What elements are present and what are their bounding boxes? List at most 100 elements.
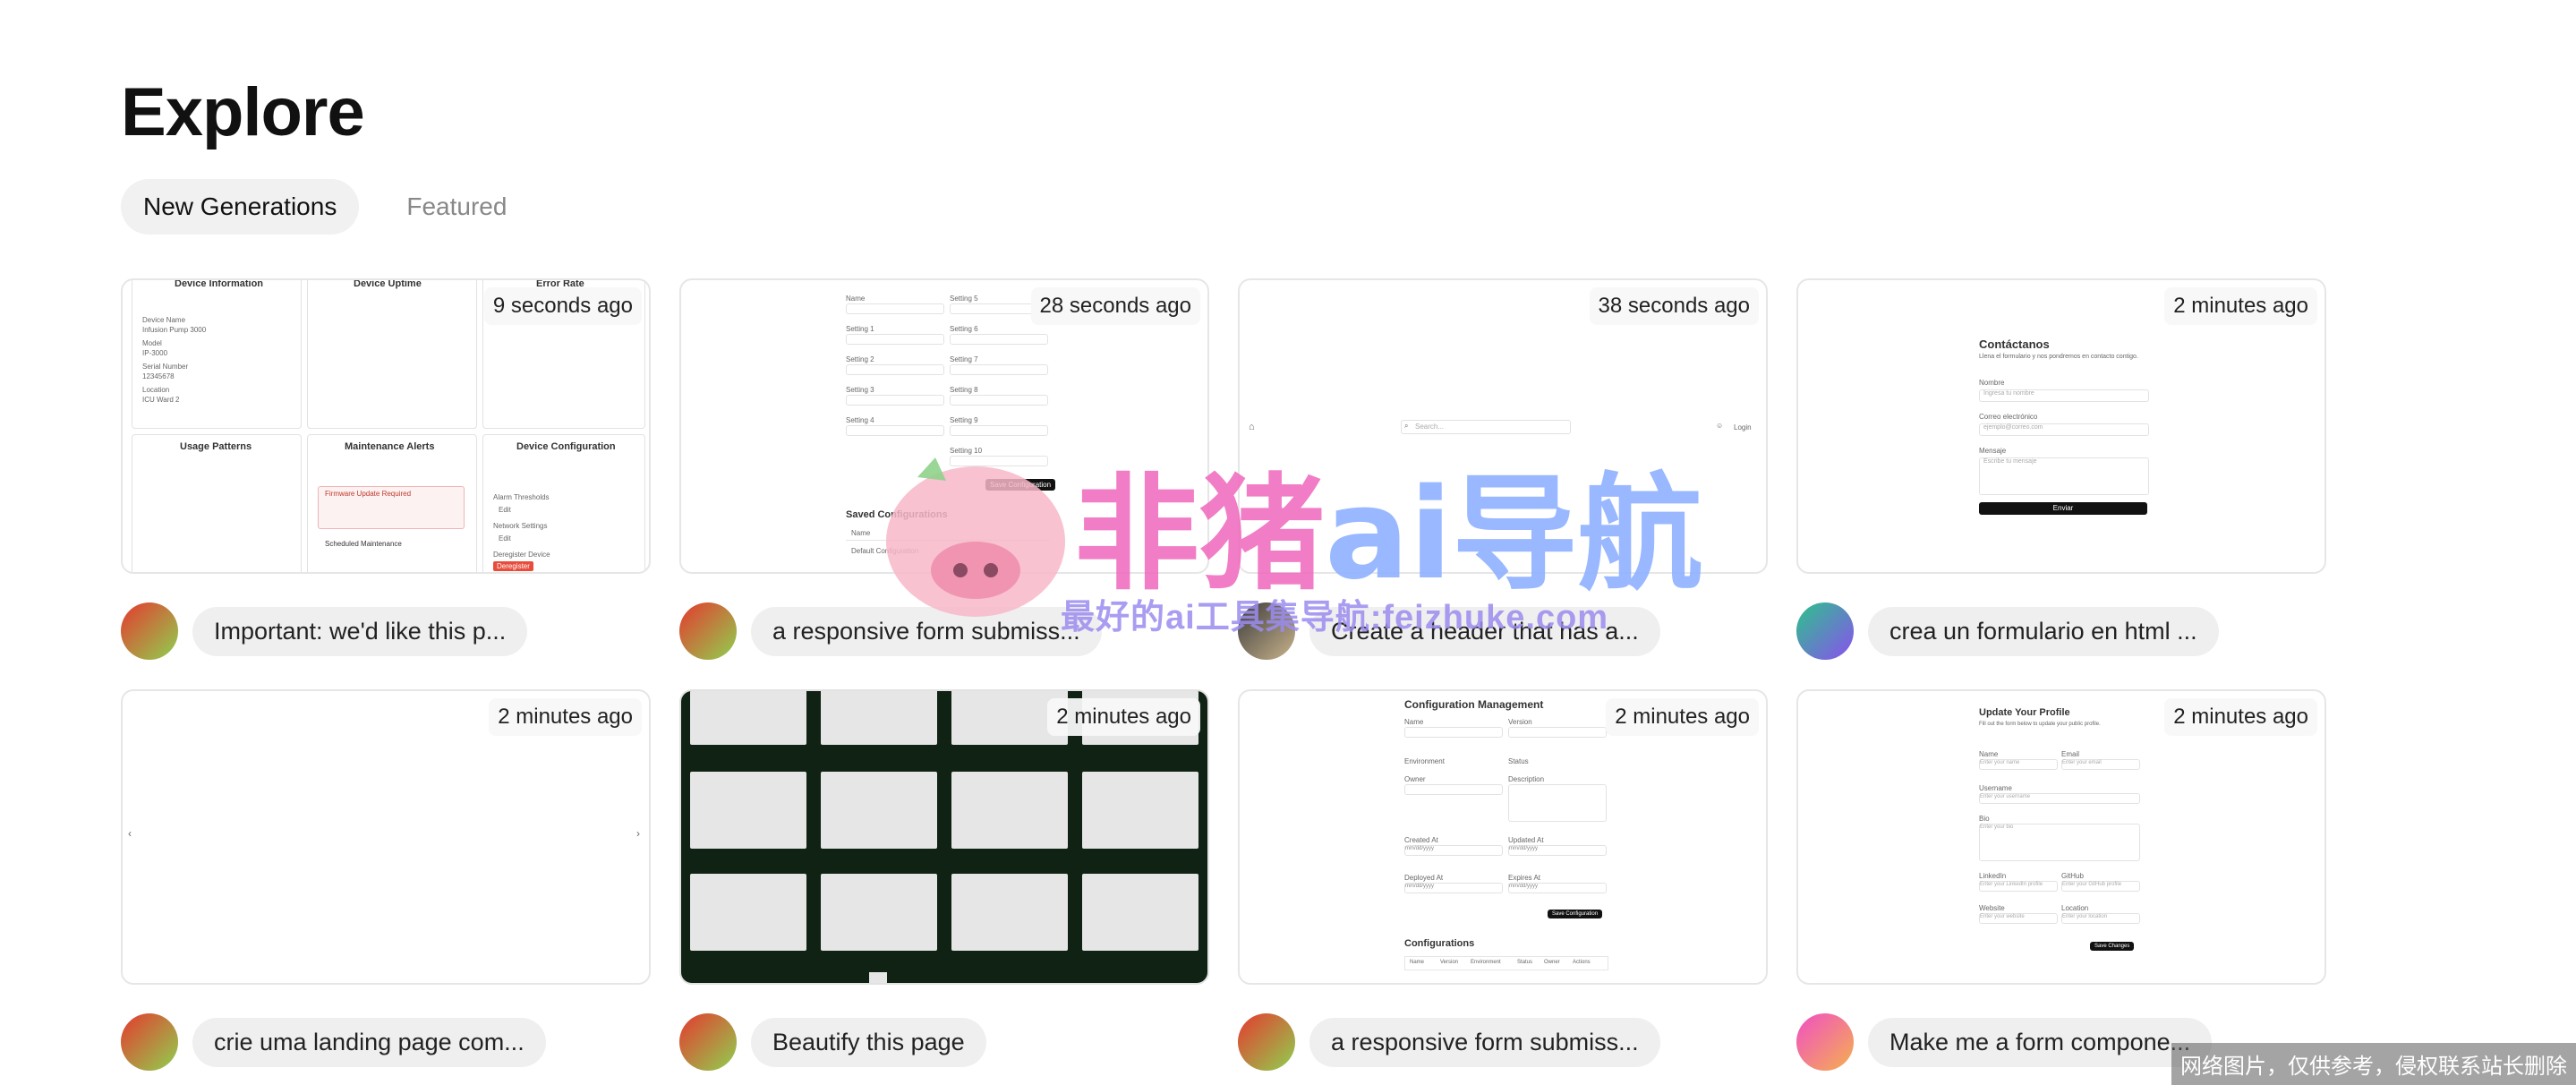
panel-title: Device Uptime	[354, 278, 422, 289]
prompt-text: Beautify this page	[772, 1029, 965, 1055]
field-label: Setting 3	[846, 386, 874, 394]
avatar[interactable]	[679, 1013, 737, 1071]
field-label: Deregister Device	[493, 551, 550, 559]
prompt-text: crea un formulario en html ...	[1889, 618, 2197, 645]
avatar[interactable]	[1796, 1013, 1854, 1071]
card-thumbnail[interactable]: ‹ › 2 minutes ago	[121, 689, 651, 985]
field-label: Setting 2	[846, 355, 874, 363]
field-label: Setting 6	[950, 325, 978, 333]
prompt-chip[interactable]: crea un formulario en html ...	[1868, 607, 2219, 656]
field-label: Location	[2061, 904, 2089, 912]
field-placeholder: Enter your GitHub profile	[2061, 881, 2140, 892]
field-label: Bio	[1979, 815, 1990, 823]
alert-title: Scheduled Maintenance	[325, 540, 402, 548]
card-thumbnail[interactable]: Device Information Device Uptime Error R…	[121, 278, 651, 574]
field-label: Alarm Thresholds	[493, 493, 550, 501]
watermark-tagline: 最好的ai工具集导航:feizhuke.com	[1061, 599, 1609, 636]
prompt-chip[interactable]: Make me a form compone...	[1868, 1018, 2213, 1067]
field-placeholder: Enter your LinkedIn profile	[1979, 881, 2058, 892]
field-label: Setting 9	[950, 416, 978, 424]
deregister-button: Deregister	[493, 561, 533, 571]
section-title: Configurations	[1404, 938, 1475, 949]
field-label: Created At	[1404, 836, 1438, 844]
avatar[interactable]	[679, 602, 737, 660]
field-label: Name	[1979, 750, 1999, 758]
field-placeholder: Enter your location	[2061, 913, 2140, 924]
field-placeholder: Enter your email	[2061, 759, 2140, 770]
time-badge: 2 minutes ago	[489, 698, 642, 736]
avatar[interactable]	[1796, 602, 1854, 660]
column-header: Status	[1517, 960, 1533, 965]
date-field: mm/dd/yyyy	[1508, 883, 1607, 893]
field-label: Expires At	[1508, 874, 1541, 882]
field-label: Website	[1979, 904, 2005, 912]
prompt-chip[interactable]: Beautify this page	[751, 1018, 986, 1067]
field-label: Email	[2061, 750, 2080, 758]
search-icon: ⌕	[1404, 422, 1409, 430]
column-header: Actions	[1573, 960, 1591, 965]
field-label: Location	[142, 386, 170, 394]
column-header: Version	[1440, 960, 1459, 965]
field-label: Name	[846, 295, 866, 303]
field-label: Setting 4	[846, 416, 874, 424]
edit-link: Edit	[499, 534, 511, 542]
chevron-left-icon: ‹	[128, 827, 132, 840]
field-placeholder: Enter your website	[1979, 913, 2058, 924]
card-thumbnail[interactable]: 2 minutes ago	[679, 689, 1209, 985]
field-label: Setting 8	[950, 386, 978, 394]
field-label: Correo electrónico	[1979, 413, 2038, 421]
time-badge: 9 seconds ago	[483, 287, 642, 325]
field-label: Username	[1979, 784, 2012, 792]
column-header: Environment	[1471, 960, 1501, 965]
field-label: Deployed At	[1404, 874, 1444, 882]
prompt-text: crie uma landing page com...	[214, 1029, 525, 1055]
form-subtitle: Fill out the form below to update your p…	[1979, 722, 2101, 727]
field-label: Version	[1508, 718, 1532, 726]
edit-link: Edit	[499, 506, 511, 514]
field-label: Setting 1	[846, 325, 874, 333]
tab-featured[interactable]: Featured	[384, 179, 529, 235]
field-placeholder: ejemplo@correo.com	[1979, 423, 2149, 436]
field-label: Status	[1508, 757, 1529, 765]
form-title: Contáctanos	[1979, 337, 2050, 351]
card-thumbnail[interactable]: Configuration Management Name Version En…	[1238, 689, 1768, 985]
field-label: Name	[1404, 718, 1424, 726]
save-configuration-button: Save Configuration	[1548, 910, 1603, 918]
avatar[interactable]	[121, 602, 178, 660]
field-label: Setting 5	[950, 295, 978, 303]
prompt-text: a responsive form submiss...	[1331, 1029, 1639, 1055]
svg-text:非猪: 非猪	[1074, 462, 1325, 608]
field-label: Updated At	[1508, 836, 1544, 844]
avatar[interactable]	[1238, 1013, 1295, 1071]
field-label: Network Settings	[493, 522, 548, 530]
field-placeholder: Enter your username	[1979, 793, 2140, 804]
submit-button: Enviar	[1979, 502, 2147, 515]
field-label: LinkedIn	[1979, 872, 2007, 880]
prompt-text: Important: we'd like this p...	[214, 618, 507, 645]
form-title: Configuration Management	[1404, 698, 1544, 711]
field-placeholder: Enter your bio	[1979, 824, 2140, 861]
field-placeholder: Escribe tu mensaje	[1979, 457, 2149, 495]
panel-title: Device Configuration	[516, 441, 616, 452]
alert-title: Firmware Update Required	[325, 490, 412, 498]
card-thumbnail[interactable]: Contáctanos Llena el formulario y nos po…	[1796, 278, 2326, 574]
user-icon: ☺	[1716, 422, 1724, 430]
explore-tabs: New Generations Featured	[121, 179, 529, 235]
tab-new-generations[interactable]: New Generations	[121, 179, 360, 235]
prompt-text: Make me a form compone...	[1889, 1029, 2191, 1055]
card-thumbnail[interactable]: Update Your Profile Fill out the form be…	[1796, 689, 2326, 985]
time-badge: 2 minutes ago	[2164, 698, 2317, 736]
svg-text:ai导航: ai导航	[1325, 462, 1702, 608]
column-header: Name	[851, 529, 871, 537]
avatar[interactable]	[121, 1013, 178, 1071]
generations-grid: Device Information Device Uptime Error R…	[121, 278, 2326, 1084]
field-placeholder: Enter your name	[1979, 759, 2058, 770]
prompt-chip[interactable]: Important: we'd like this p...	[192, 607, 528, 656]
field-value: IP-3000	[142, 349, 168, 357]
prompt-chip[interactable]: crie uma landing page com...	[192, 1018, 546, 1067]
decorative-dashed-outline	[922, 0, 2247, 45]
time-badge: 28 seconds ago	[1030, 287, 1200, 325]
prompt-chip[interactable]: a responsive form submiss...	[1309, 1018, 1660, 1067]
panel-title: Maintenance Alerts	[345, 441, 435, 452]
field-label: Nombre	[1979, 379, 2005, 387]
